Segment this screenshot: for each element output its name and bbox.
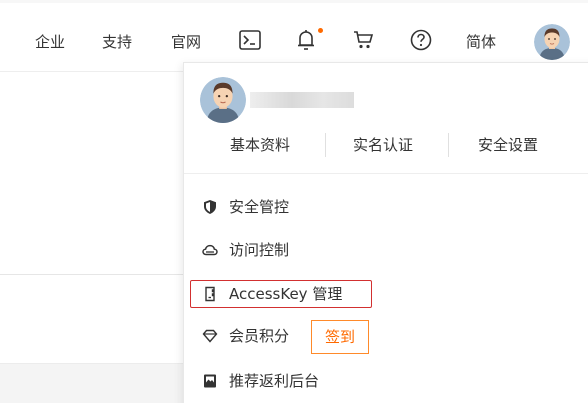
menu-item-member-points[interactable]: 会员积分 [190,322,308,350]
username-redacted [250,92,354,108]
tab-separator [448,133,449,157]
content-footer-band [0,363,184,403]
shield-icon [202,199,218,215]
menu-item-label: 会员积分 [229,327,290,345]
top-edge [0,0,588,3]
terminal-icon[interactable] [239,30,261,50]
menu-item-accesskey-management[interactable]: AccessKey 管理 [190,280,372,308]
diamond-icon [202,328,218,344]
notification-dot [318,28,323,33]
menu-item-security-control[interactable]: 安全管控 [190,193,372,221]
gift-icon [202,373,218,389]
profile-tabs: 基本资料 实名认证 安全设置 [184,129,588,161]
menu-item-label: 安全管控 [229,198,290,216]
menu-item-label: 推荐返利后台 [229,372,320,390]
cart-icon[interactable] [353,30,375,50]
checkin-button[interactable]: 签到 [311,320,369,354]
help-icon[interactable] [410,29,432,51]
language-switch[interactable]: 简体 [466,31,496,53]
menu-item-label: AccessKey 管理 [229,285,343,303]
tab-real-name-verification[interactable]: 实名认证 [353,133,413,157]
tab-separator [325,133,326,157]
menu-item-access-control[interactable]: 访问控制 [190,236,372,264]
content-divider [0,274,184,275]
menu-divider [184,173,588,174]
tab-security-settings[interactable]: 安全设置 [478,133,538,157]
nav-support-link[interactable]: 支持 [102,31,132,53]
menu-item-referral-rebate[interactable]: 推荐返利后台 [190,367,372,395]
user-avatar[interactable] [534,24,570,60]
dropdown-avatar[interactable] [200,77,246,123]
bell-icon[interactable] [296,29,316,51]
key-icon [202,286,218,302]
menu-item-label: 访问控制 [229,241,290,259]
console-page: 企业 支持 官网 简体 基本资料 实名认证 安全设置 安全管控 访问控制 Acc… [0,0,588,403]
tab-basic-info[interactable]: 基本资料 [230,133,290,157]
user-dropdown-menu: 基本资料 实名认证 安全设置 安全管控 访问控制 AccessKey 管理 会员… [183,62,588,403]
cloud-icon [202,242,218,258]
nav-enterprise-link[interactable]: 企业 [35,31,65,53]
nav-official-site-link[interactable]: 官网 [171,31,201,53]
